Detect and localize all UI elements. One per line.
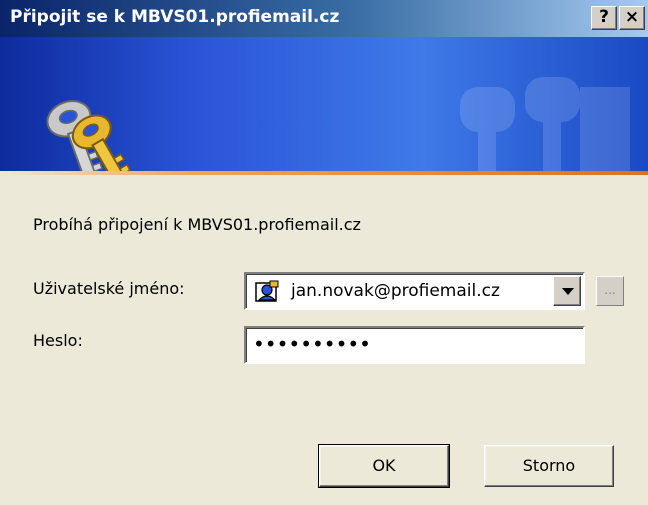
browse-button[interactable]: ... <box>596 276 624 306</box>
help-button[interactable]: ? <box>591 6 617 30</box>
title-bar[interactable]: Připojit se k MBVS01.profiemail.cz ? × <box>0 0 648 37</box>
username-value: jan.novak@profiemail.cz <box>291 281 500 301</box>
user-card-icon <box>255 280 279 302</box>
cancel-button[interactable]: Storno <box>484 445 614 487</box>
username-dropdown-button[interactable] <box>553 276 581 306</box>
connecting-message: Probíhá připojení k MBVS01.profiemail.cz <box>33 215 361 234</box>
username-label: Uživatelské jméno: <box>33 279 185 298</box>
login-dialog: Připojit se k MBVS01.profiemail.cz ? × P… <box>0 0 648 505</box>
password-label: Heslo: <box>33 331 83 350</box>
keys-watermark-icon <box>460 77 630 173</box>
password-field[interactable]: •••••••••• <box>244 326 585 364</box>
window-title: Připojit se k MBVS01.profiemail.cz <box>10 7 340 27</box>
banner <box>0 37 648 173</box>
ok-button[interactable]: OK <box>318 444 450 488</box>
keys-icon <box>46 100 131 173</box>
close-button[interactable]: × <box>619 6 645 30</box>
username-combobox[interactable]: jan.novak@profiemail.cz <box>244 272 585 310</box>
banner-accent-line <box>0 171 648 175</box>
